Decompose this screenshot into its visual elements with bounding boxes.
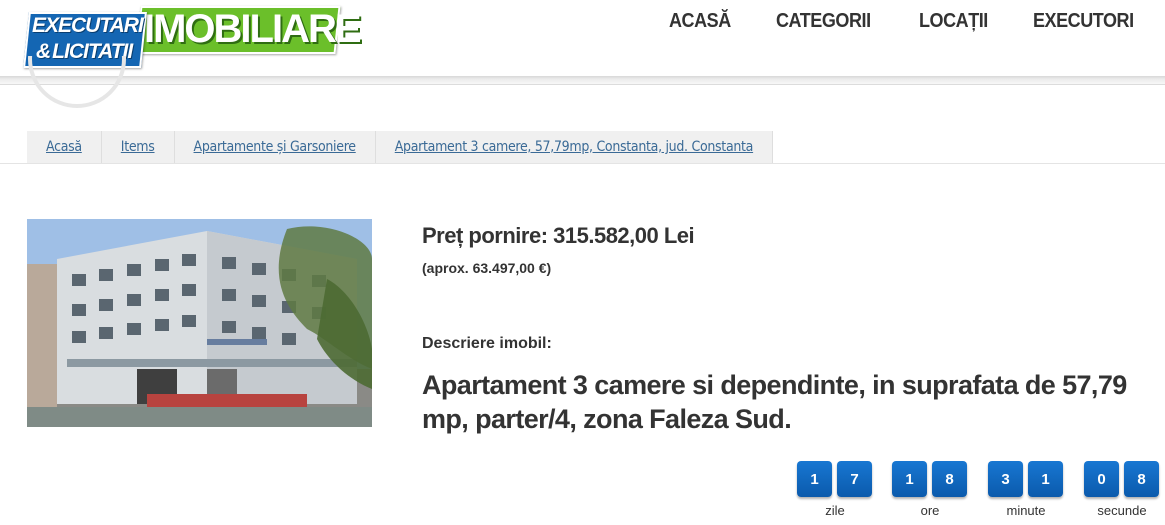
logo-line1: EXECUTARI: [32, 14, 144, 37]
breadcrumb-items[interactable]: Items: [101, 131, 175, 163]
property-photo[interactable]: [27, 219, 372, 427]
seconds-label: secunde: [1097, 503, 1147, 518]
minutes-label: minute: [1006, 503, 1046, 518]
minutes-digit-1: 3: [988, 461, 1023, 497]
nav-executori[interactable]: EXECUTORI: [1033, 10, 1134, 33]
breadcrumb-acasa[interactable]: Acasă: [27, 131, 102, 163]
main-nav: ACASĂ CATEGORII LOCAȚII EXECUTORI: [669, 10, 1145, 33]
breadcrumb-current[interactable]: Apartament 3 camere, 57,79mp, Constanta,…: [375, 131, 774, 163]
price-approx-eur: (aprox. 63.497,00 €): [422, 260, 552, 276]
minutes-digit-2: 1: [1028, 461, 1063, 497]
breadcrumb-apartamente[interactable]: Apartamente și Garsoniere: [174, 131, 376, 163]
decorative-circle: [28, 56, 126, 108]
description-label: Descriere imobil:: [422, 335, 552, 352]
nav-locatii[interactable]: LOCAȚII: [919, 10, 988, 33]
hours-digit-2: 8: [932, 461, 967, 497]
days-label: zile: [825, 503, 845, 518]
header-divider: [0, 76, 1165, 85]
nav-acasa[interactable]: ACASĂ: [669, 10, 731, 33]
breadcrumb: Acasă Items Apartamente și Garsoniere Ap…: [27, 131, 774, 163]
hours-label: ore: [920, 503, 940, 518]
days-digit-2: 7: [837, 461, 872, 497]
site-header: IMOBILIARE EXECUTARI &LICITATII ACASĂ CA…: [0, 0, 1165, 78]
auction-countdown: 1 7 zile 1 8 ore 3 1 minute 0 8 secunde: [0, 461, 1165, 525]
apartment-building-image: [27, 219, 372, 427]
breadcrumb-divider: [0, 163, 1165, 164]
hours-digit-1: 1: [892, 461, 927, 497]
days-digit-1: 1: [797, 461, 832, 497]
logo-word: IMOBILIARE: [144, 7, 362, 51]
starting-price: Preț pornire: 315.582,00 Lei: [422, 223, 695, 248]
property-description: Apartament 3 camere si dependinte, in su…: [422, 370, 1127, 434]
nav-categorii[interactable]: CATEGORII: [776, 10, 871, 33]
seconds-digit-2: 8: [1124, 461, 1159, 497]
seconds-digit-1: 0: [1084, 461, 1119, 497]
